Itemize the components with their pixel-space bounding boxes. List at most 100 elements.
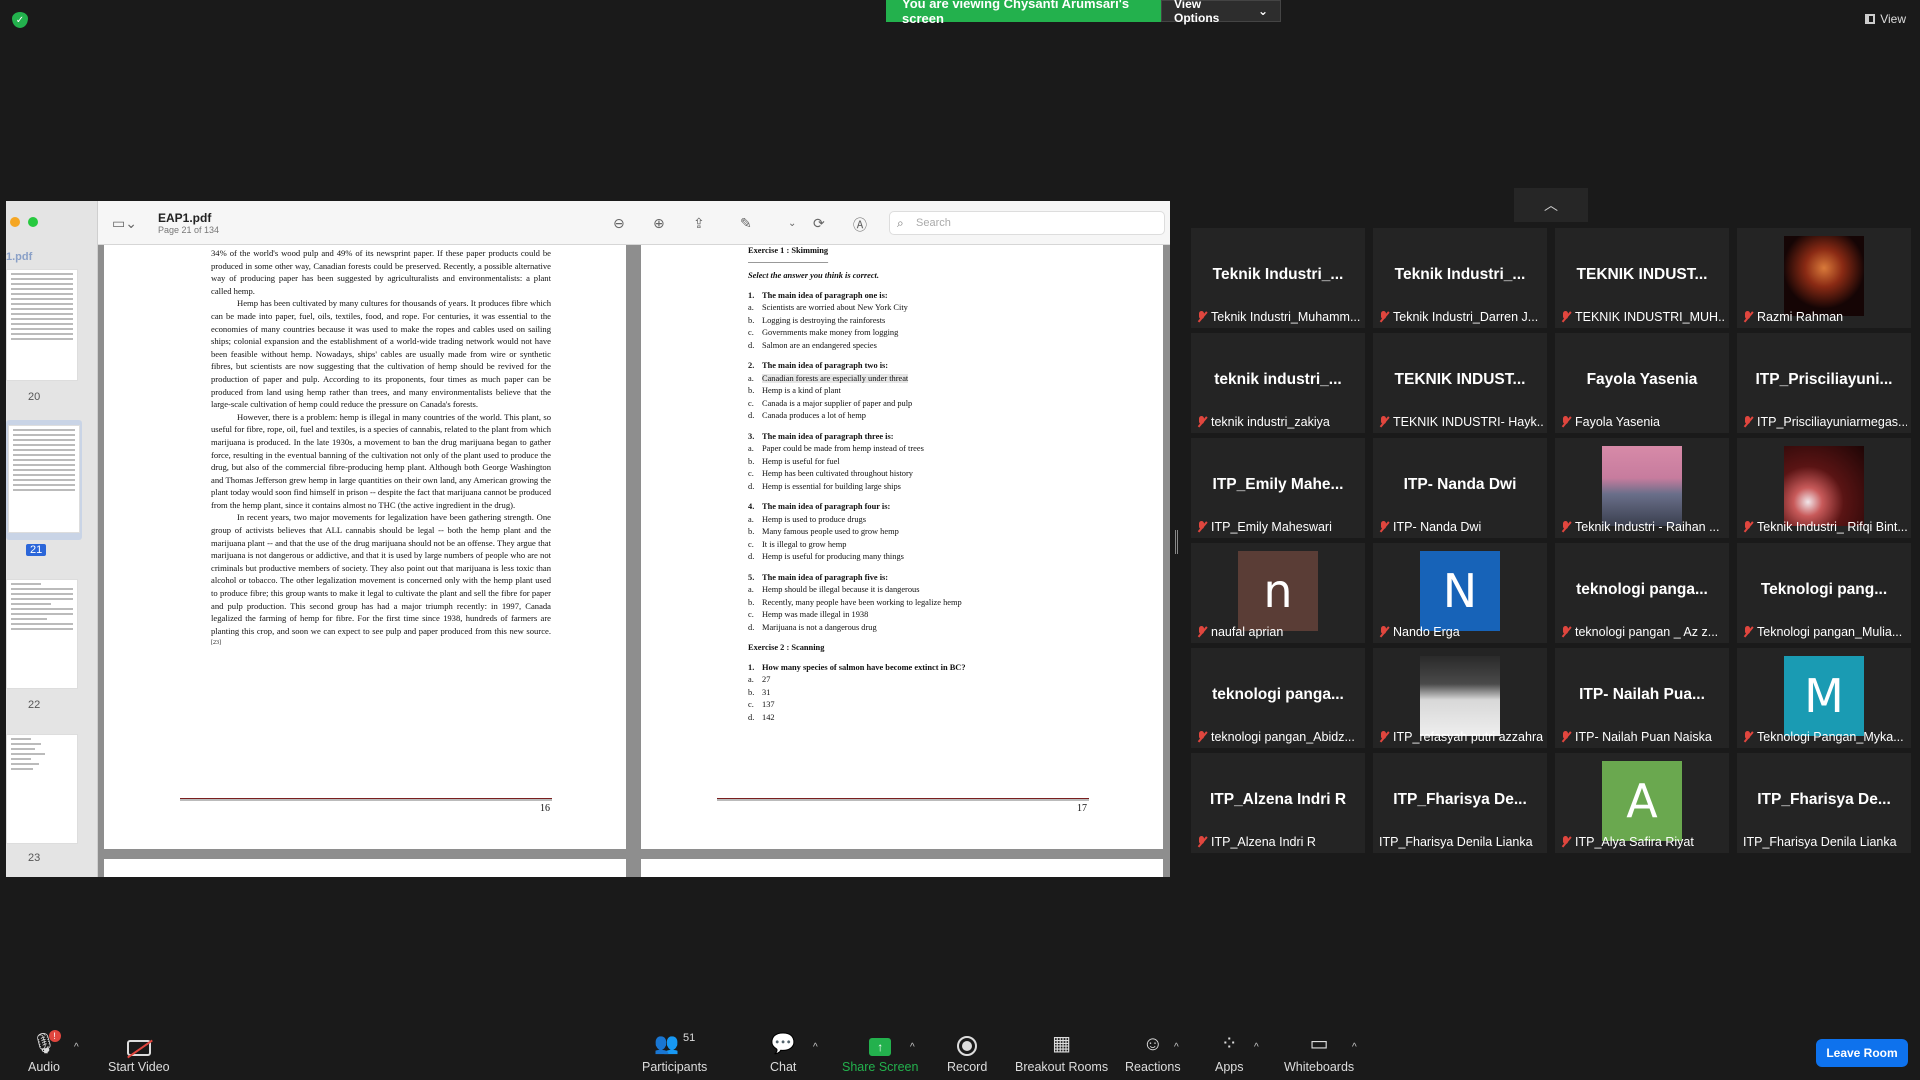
participant-tile[interactable]: Fayola Yasenia Fayola Yasenia — [1555, 333, 1729, 433]
participant-name-label: Teknik Industri_Muhamm... — [1197, 310, 1361, 324]
thumbnail-page[interactable] — [6, 579, 78, 689]
instruction-text: Select the answer you think is correct. — [748, 271, 879, 280]
zoom-in-icon[interactable]: ⊕ — [653, 215, 665, 232]
record-button[interactable]: Record — [947, 1032, 987, 1074]
rotate-icon[interactable]: ⟳ — [813, 215, 825, 232]
participant-tile[interactable]: ITP_Fharisya De... ITP_Fharisya Denila Li… — [1373, 753, 1547, 853]
participant-tile[interactable]: ITP- Nailah Pua... ITP- Nailah Puan Naisk… — [1555, 648, 1729, 748]
minimize-dot[interactable] — [10, 217, 20, 227]
maximize-dot[interactable] — [28, 217, 38, 227]
participant-display-name: TEKNIK INDUST... — [1576, 266, 1708, 283]
participant-tile[interactable]: ITP_Prisciliayuni... ITP_Prisciliayuniarm… — [1737, 333, 1911, 433]
participant-tile[interactable]: TEKNIK INDUST... TEKNIK INDUSTRI_MUH... — [1555, 228, 1729, 328]
thumbnail-page[interactable] — [6, 734, 78, 844]
question-text: The main idea of paragraph one is: — [762, 290, 888, 300]
participant-display-name: TEKNIK INDUST... — [1394, 371, 1526, 388]
participant-tile[interactable]: Razmi Rahman — [1737, 228, 1911, 328]
answer-option: c. It is illegal to grow hemp — [748, 539, 1048, 552]
pdf-search-input[interactable]: ⌕ Search — [889, 211, 1165, 235]
chevron-down-icon[interactable]: ⌄ — [788, 218, 796, 229]
whiteboards-options-caret[interactable]: ^ — [1352, 1042, 1357, 1053]
participant-tile[interactable]: ITP_Fharisya De... ITP_Fharisya Denila Li… — [1737, 753, 1911, 853]
participant-tile[interactable]: n naufal aprian — [1191, 543, 1365, 643]
participant-tile[interactable]: TEKNIK INDUST... TEKNIK INDUSTRI- Hayk... — [1373, 333, 1547, 433]
participant-tile[interactable]: teknik industri_... teknik industri_zakiy… — [1191, 333, 1365, 433]
participant-tile[interactable]: Teknik Industri - Raihan ... — [1555, 438, 1729, 538]
chat-options-caret[interactable]: ^ — [813, 1042, 818, 1053]
view-options-button[interactable]: View Options ⌄ — [1161, 0, 1281, 25]
participant-display-name: ITP- Nanda Dwi — [1403, 476, 1517, 493]
option-letter: d. — [748, 411, 755, 420]
option-text: Paper could be made from hemp instead of… — [762, 444, 924, 453]
whiteboards-button[interactable]: ▭ Whiteboards — [1284, 1032, 1354, 1074]
share-screen-button[interactable]: ↑ Share Screen — [842, 1032, 918, 1074]
avatar: A — [1602, 761, 1682, 841]
answer-option: d. Marijuana is not a dangerous drug — [748, 622, 1048, 635]
gallery-scroll-up-button[interactable]: ︿ — [1514, 188, 1588, 222]
participant-tile[interactable]: ITP_Emily Mahe... ITP_Emily Maheswari — [1191, 438, 1365, 538]
participant-name-label: naufal aprian — [1197, 625, 1361, 639]
question-list: 1. The main idea of paragraph one is: a. Sc… — [748, 290, 1048, 643]
muted-mic-icon — [1197, 626, 1207, 638]
chevron-up-icon: ︿ — [1544, 197, 1558, 213]
reactions-options-caret[interactable]: ^ — [1174, 1042, 1179, 1053]
start-video-button[interactable]: Start Video — [108, 1032, 170, 1074]
participant-display-name: ITP_Prisciliayuni... — [1755, 371, 1893, 388]
participant-tile[interactable]: Teknologi pang... Teknologi pangan_Mulia.… — [1737, 543, 1911, 643]
share-icon[interactable]: ⇪ — [693, 215, 705, 232]
breakout-rooms-button[interactable]: ▦ Breakout Rooms — [1015, 1032, 1108, 1074]
participant-display-name: teknik industri_... — [1214, 371, 1342, 388]
option-letter: d. — [748, 481, 755, 491]
participant-tile[interactable]: teknologi panga... teknologi pangan_Abidz… — [1191, 648, 1365, 748]
participant-name-label: ITP_Alya Safira Riyat — [1561, 835, 1725, 849]
participant-display-name: ITP_Fharisya De... — [1757, 791, 1891, 808]
viewing-banner: You are viewing Chysanti Arumsari's scre… — [886, 0, 1281, 26]
participant-tile[interactable]: ITP- Nanda Dwi ITP- Nanda Dwi — [1373, 438, 1547, 538]
meeting-toolbar: 🎙! Audio ^ Start Video 👥 51 Participants … — [0, 1018, 1920, 1080]
zoom-out-icon[interactable]: ⊖ — [613, 215, 625, 232]
participant-tile[interactable]: Teknik Industri_... Teknik Industri_Muham… — [1191, 228, 1365, 328]
start-video-label: Start Video — [108, 1060, 170, 1074]
breakout-rooms-label: Breakout Rooms — [1015, 1060, 1109, 1074]
muted-mic-icon — [1197, 521, 1207, 533]
annotate-icon[interactable]: Ⓐ — [853, 215, 867, 235]
share-options-caret[interactable]: ^ — [910, 1042, 915, 1053]
thumbnail-page[interactable] — [6, 269, 78, 381]
participant-tile[interactable]: Teknik Industri_... Teknik Industri_Darre… — [1373, 228, 1547, 328]
chat-button[interactable]: 💬 Chat — [770, 1032, 796, 1074]
option-letter: a. — [748, 514, 754, 524]
pdf-toolbar: ▭⌄ EAP1.pdf Page 21 of 134 ⊖ ⊕ ⇪ ✎ ⌄ ⟳ Ⓐ… — [98, 201, 1170, 245]
pdf-document-area[interactable]: 34% of the world's wood pulp and 49% of … — [98, 245, 1170, 877]
question-number: 2. — [748, 361, 755, 370]
muted-mic-icon — [1197, 311, 1207, 323]
audio-warning-badge: ! — [48, 1030, 61, 1042]
leave-room-button[interactable]: Leave Room — [1816, 1039, 1908, 1067]
reactions-button[interactable]: ☺ Reactions — [1125, 1032, 1181, 1074]
answer-option: d. Hemp is useful for producing many thin… — [748, 551, 1048, 564]
participant-tile[interactable]: A ITP_Alya Safira Riyat — [1555, 753, 1729, 853]
muted-mic-icon — [1743, 416, 1753, 428]
question: 1. The main idea of paragraph one is: — [748, 290, 1048, 303]
apps-button[interactable]: ⁘ Apps — [1215, 1032, 1244, 1074]
audio-options-caret[interactable]: ^ — [74, 1042, 79, 1053]
participant-tile[interactable]: Teknik Industri_ Rifqi Bint... — [1737, 438, 1911, 538]
participant-display-name: Teknik Industri_... — [1212, 266, 1344, 283]
thumbnail-page-selected[interactable] — [8, 425, 80, 533]
participant-tile[interactable]: ITP_Alzena Indri R ITP_Alzena Indri R — [1191, 753, 1365, 853]
participant-tile[interactable]: M Teknologi Pangan_Myka... — [1737, 648, 1911, 748]
view-layout-button[interactable]: View — [1865, 12, 1906, 26]
participant-tile[interactable]: ITP_refasyah putri azzahra — [1373, 648, 1547, 748]
sidebar-toggle-icon[interactable]: ▭⌄ — [112, 215, 137, 232]
panel-resize-handle[interactable] — [1175, 530, 1178, 554]
audio-button[interactable]: 🎙! Audio — [28, 1030, 61, 1074]
option-letter: c. — [748, 539, 754, 549]
record-icon — [957, 1032, 978, 1056]
apps-options-caret[interactable]: ^ — [1254, 1042, 1259, 1053]
view-options-label: View Options — [1174, 0, 1220, 25]
participants-button[interactable]: 👥 51 Participants — [642, 1032, 707, 1074]
participant-tile[interactable]: teknologi panga... teknologi pangan _ Az … — [1555, 543, 1729, 643]
markup-pen-icon[interactable]: ✎ — [740, 215, 752, 232]
footer-rule — [180, 798, 552, 801]
participant-tile[interactable]: N Nando Erga — [1373, 543, 1547, 643]
security-shield-icon[interactable]: ✓ — [12, 12, 28, 28]
